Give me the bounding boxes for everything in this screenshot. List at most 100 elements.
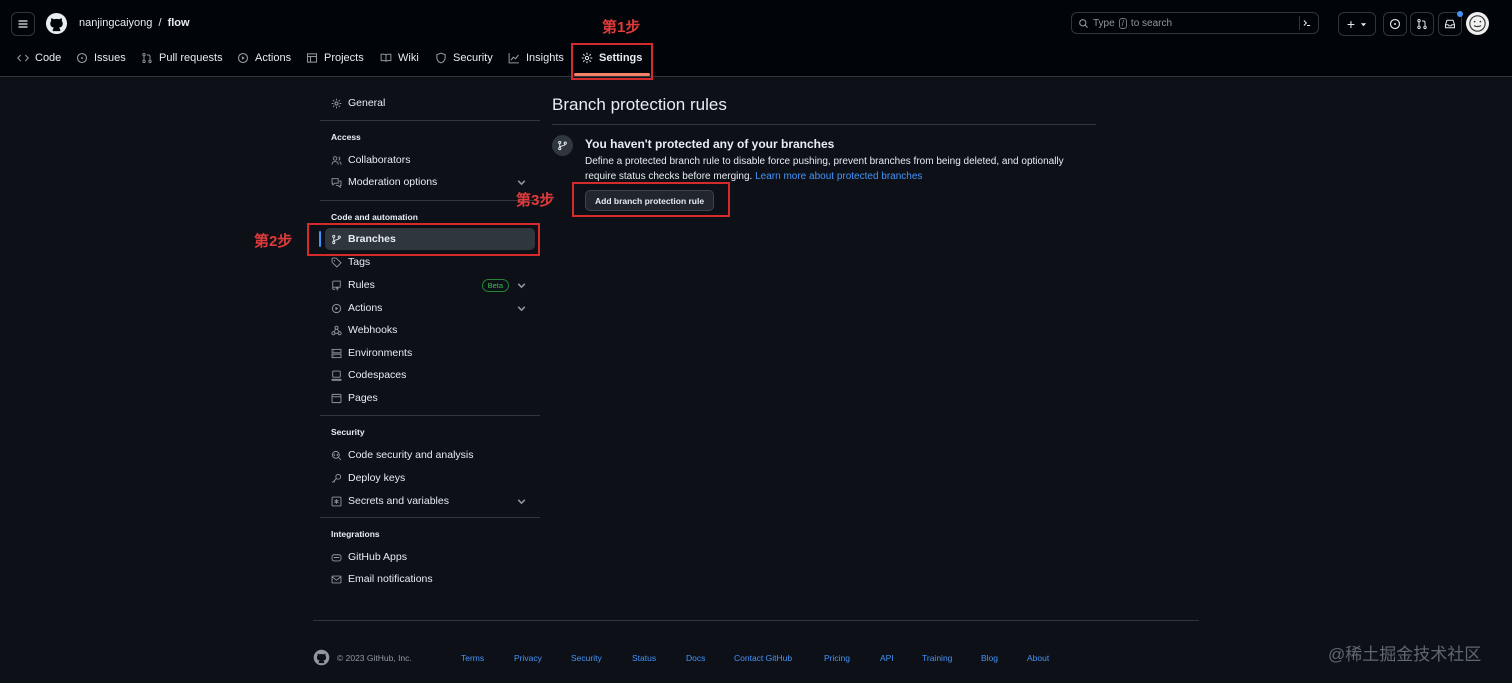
footer-link-security[interactable]: Security bbox=[571, 653, 602, 663]
issue-icon bbox=[76, 52, 88, 64]
annotation-step-3: 第3步 bbox=[516, 192, 555, 209]
sidebar-item-secrets-variables[interactable]: Secrets and variables bbox=[325, 490, 535, 512]
chevron-down-icon bbox=[517, 499, 526, 505]
sidebar-item-label: Tags bbox=[348, 256, 371, 268]
tab-projects[interactable]: Projects bbox=[306, 52, 364, 64]
tab-label: Issues bbox=[94, 52, 126, 64]
sidebar-item-webhooks[interactable]: Webhooks bbox=[325, 319, 535, 341]
sidebar-item-actions[interactable]: Actions bbox=[325, 297, 535, 319]
learn-more-link[interactable]: Learn more about protected branches bbox=[755, 171, 922, 182]
issues-button[interactable] bbox=[1383, 12, 1407, 36]
title-divider bbox=[552, 124, 1096, 125]
tag-icon bbox=[331, 257, 342, 268]
search-input[interactable]: Type / to search bbox=[1071, 12, 1319, 34]
unread-dot bbox=[1457, 11, 1463, 17]
footer-link-terms[interactable]: Terms bbox=[461, 653, 484, 663]
annotation-box-step-3 bbox=[572, 182, 730, 217]
tab-pull-requests[interactable]: Pull requests bbox=[141, 52, 223, 64]
hamburger-icon bbox=[18, 20, 28, 28]
footer-link-status[interactable]: Status bbox=[632, 653, 656, 663]
notifications-button[interactable] bbox=[1438, 11, 1463, 36]
hubot-icon bbox=[331, 553, 342, 561]
pull-request-icon bbox=[1417, 18, 1427, 30]
annotation-step-1: 第1步 bbox=[602, 19, 641, 36]
avatar[interactable] bbox=[1466, 12, 1489, 35]
codespaces-icon bbox=[331, 370, 342, 381]
empty-state-title: You haven't protected any of your branch… bbox=[585, 137, 835, 151]
annotation-box-step-2 bbox=[307, 223, 540, 256]
tab-issues[interactable]: Issues bbox=[76, 52, 126, 64]
sidebar-item-label: Environments bbox=[348, 347, 413, 359]
annotation-box-step-1 bbox=[571, 43, 653, 80]
github-octocat-icon bbox=[313, 649, 330, 666]
sidebar-item-label: Moderation options bbox=[348, 176, 438, 188]
chevron-down-icon bbox=[517, 283, 526, 289]
codescan-icon bbox=[331, 450, 342, 460]
webhook-icon bbox=[331, 325, 342, 335]
sidebar-item-label: General bbox=[348, 97, 386, 109]
sidebar-item-collaborators[interactable]: Collaborators bbox=[325, 149, 535, 171]
sidebar-heading-security: Security bbox=[331, 427, 365, 437]
tab-insights[interactable]: Insights bbox=[508, 52, 564, 64]
sidebar-item-label: Pages bbox=[348, 392, 378, 404]
footer-link-blog[interactable]: Blog bbox=[981, 653, 998, 663]
footer-link-training[interactable]: Training bbox=[922, 653, 952, 663]
sidebar-item-label: Webhooks bbox=[348, 324, 398, 336]
sidebar-item-moderation-options[interactable]: Moderation options bbox=[325, 171, 535, 193]
search-icon bbox=[1079, 18, 1089, 28]
sidebar-heading-code-automation: Code and automation bbox=[331, 212, 418, 222]
tab-label: Actions bbox=[255, 52, 292, 64]
annotation-step-2: 第2步 bbox=[254, 233, 293, 250]
sidebar-item-rules[interactable]: Rules Beta bbox=[325, 274, 535, 296]
sidebar-item-code-security[interactable]: Code security and analysis bbox=[325, 444, 535, 466]
create-new-button[interactable]: + bbox=[1338, 12, 1376, 36]
footer-logo[interactable] bbox=[313, 649, 330, 666]
footer-divider bbox=[313, 620, 1199, 621]
sidebar-item-label: GitHub Apps bbox=[348, 551, 407, 563]
search-shortcut-key: / bbox=[1118, 17, 1127, 29]
tab-code[interactable]: Code bbox=[17, 52, 61, 64]
pull-requests-button[interactable] bbox=[1410, 12, 1434, 36]
github-logo[interactable] bbox=[45, 12, 68, 35]
repo-push-icon bbox=[332, 280, 341, 291]
sidebar-item-general[interactable]: General bbox=[325, 92, 535, 114]
sidebar-item-label: Collaborators bbox=[348, 154, 411, 166]
footer-link-pricing[interactable]: Pricing bbox=[824, 653, 850, 663]
command-palette-button[interactable] bbox=[1299, 16, 1314, 30]
sidebar-divider bbox=[320, 517, 540, 518]
branch-badge bbox=[552, 135, 573, 156]
footer-link-about[interactable]: About bbox=[1027, 653, 1049, 663]
sidebar-item-label: Email notifications bbox=[348, 573, 433, 585]
tab-label: Projects bbox=[324, 52, 364, 64]
menu-button[interactable] bbox=[11, 12, 35, 36]
sidebar-item-github-apps[interactable]: GitHub Apps bbox=[325, 546, 535, 568]
sidebar-item-codespaces[interactable]: Codespaces bbox=[325, 364, 535, 386]
mail-icon bbox=[331, 575, 342, 583]
gear-icon bbox=[331, 98, 342, 108]
owner-link[interactable]: nanjingcaiyong bbox=[79, 17, 152, 29]
tab-wiki[interactable]: Wiki bbox=[380, 52, 419, 64]
footer-link-docs[interactable]: Docs bbox=[686, 653, 705, 663]
github-octocat-icon bbox=[45, 12, 68, 35]
tab-actions[interactable]: Actions bbox=[237, 52, 291, 64]
tab-security[interactable]: Security bbox=[435, 52, 493, 64]
sidebar-item-email-notifications[interactable]: Email notifications bbox=[325, 568, 535, 590]
breadcrumb: nanjingcaiyong / flow bbox=[79, 17, 190, 29]
sidebar-item-deploy-keys[interactable]: Deploy keys bbox=[325, 467, 535, 489]
repo-link[interactable]: flow bbox=[168, 17, 190, 29]
description-text: require status checks before merging. bbox=[585, 171, 753, 182]
people-icon bbox=[331, 155, 342, 165]
footer-link-privacy[interactable]: Privacy bbox=[514, 653, 542, 663]
sidebar-item-environments[interactable]: Environments bbox=[325, 342, 535, 364]
issue-opened-icon bbox=[1389, 18, 1401, 30]
sidebar-divider bbox=[320, 200, 540, 201]
sidebar-item-label: Code security and analysis bbox=[348, 449, 474, 461]
sidebar-heading-access: Access bbox=[331, 132, 361, 142]
footer-link-api[interactable]: API bbox=[880, 653, 894, 663]
play-circle-icon bbox=[237, 52, 249, 64]
asterisk-square-icon bbox=[331, 496, 342, 506]
sidebar-item-pages[interactable]: Pages bbox=[325, 387, 535, 409]
footer-copyright: © 2023 GitHub, Inc. bbox=[337, 653, 412, 663]
footer-link-contact[interactable]: Contact GitHub bbox=[734, 653, 792, 663]
chevron-down-icon bbox=[517, 180, 526, 186]
